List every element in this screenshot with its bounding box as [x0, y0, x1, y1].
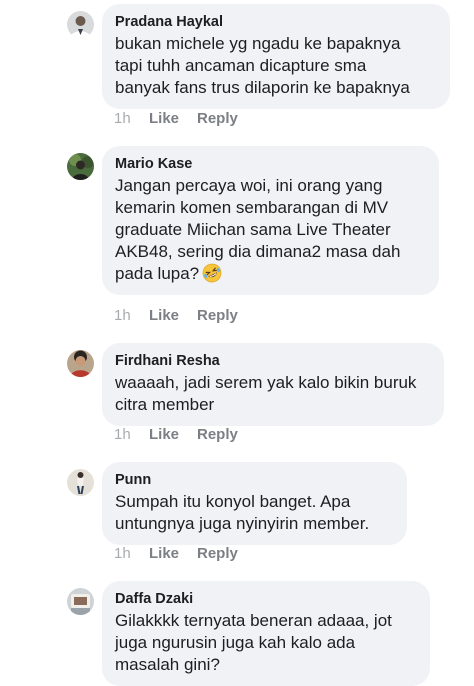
comment-bubble: Punn Sumpah itu konyol banget. Apa untun… [102, 462, 407, 545]
comment-bubble: Mario Kase Jangan percaya woi, ini orang… [102, 146, 439, 295]
comment-text: waaaah, jadi serem yak kalo bikin buruk … [115, 373, 417, 414]
comment-actions: 1h Like Reply [114, 110, 238, 128]
comment-author[interactable]: Firdhani Resha [115, 352, 432, 370]
comment-bubble: Pradana Haykal bukan michele yg ngadu ke… [102, 4, 450, 109]
comment-author[interactable]: Pradana Haykal [115, 13, 438, 31]
comment-author[interactable]: Mario Kase [115, 155, 427, 173]
comment-actions: 1h Like Reply [114, 545, 238, 563]
comment-bubble: Daffa Dzaki Gilakkkk ternyata beneran ad… [102, 581, 430, 686]
comment-author[interactable]: Daffa Dzaki [115, 590, 418, 608]
comment-text: Jangan percaya woi, ini orang yang kemar… [115, 176, 401, 283]
user-avatar-icon [67, 350, 94, 377]
rolling-on-floor-laughing-emoji-icon [202, 263, 222, 283]
reply-button[interactable]: Reply [197, 545, 238, 563]
avatar[interactable] [67, 153, 94, 180]
user-avatar-icon [67, 469, 94, 496]
avatar[interactable] [67, 350, 94, 377]
user-avatar-icon [67, 588, 94, 615]
comment-bubble: Firdhani Resha waaaah, jadi serem yak ka… [102, 343, 444, 426]
user-avatar-icon [67, 11, 94, 38]
like-button[interactable]: Like [149, 426, 197, 444]
avatar[interactable] [67, 588, 94, 615]
like-button[interactable]: Like [149, 545, 197, 563]
avatar[interactable] [67, 11, 94, 38]
like-button[interactable]: Like [149, 110, 197, 128]
comment-actions: 1h Like Reply [114, 426, 238, 444]
comment-author[interactable]: Punn [115, 471, 395, 489]
like-button[interactable]: Like [149, 307, 197, 325]
comment-timestamp[interactable]: 1h [114, 307, 149, 325]
comment-timestamp[interactable]: 1h [114, 426, 149, 444]
comment-actions: 1h Like Reply [114, 307, 238, 325]
comment-text: Gilakkkk ternyata beneran adaaa, jot jug… [115, 611, 392, 674]
comment-text: Sumpah itu konyol banget. Apa untungnya … [115, 492, 370, 533]
comment-thread: Pradana Haykal bukan michele yg ngadu ke… [0, 0, 474, 686]
comment-timestamp[interactable]: 1h [114, 110, 149, 128]
reply-button[interactable]: Reply [197, 426, 238, 444]
comment-timestamp[interactable]: 1h [114, 545, 149, 563]
reply-button[interactable]: Reply [197, 307, 238, 325]
reply-button[interactable]: Reply [197, 110, 238, 128]
avatar[interactable] [67, 469, 94, 496]
comment-text: bukan michele yg ngadu ke bapaknya tapi … [115, 34, 410, 97]
user-avatar-icon [67, 153, 94, 180]
